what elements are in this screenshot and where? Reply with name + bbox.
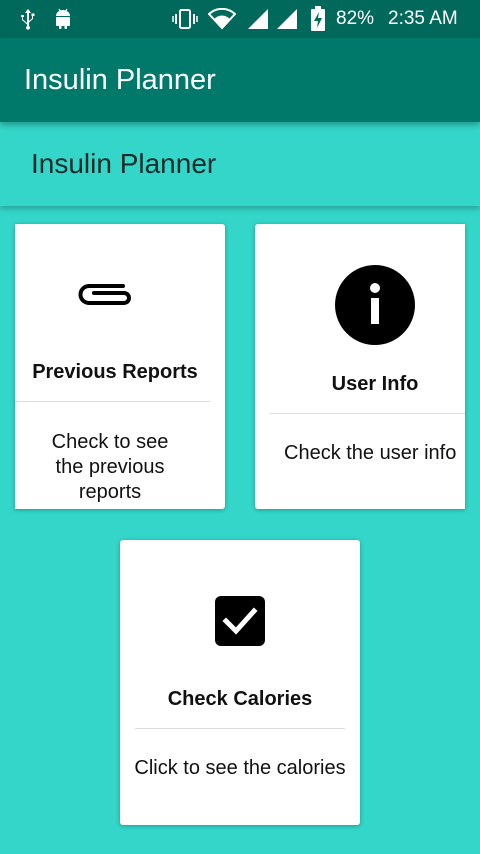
previous-reports-card[interactable]: Previous Reports Check to see the previo… bbox=[15, 224, 225, 509]
divider bbox=[270, 413, 465, 414]
divider bbox=[135, 728, 345, 729]
checkbox-checked-icon bbox=[215, 596, 265, 646]
check-calories-card[interactable]: Check Calories Click to see the calories bbox=[120, 540, 360, 825]
previous-reports-description: Check to see the previous reports bbox=[51, 431, 169, 503]
wifi-icon bbox=[208, 8, 236, 30]
battery-percentage: 82% bbox=[336, 8, 375, 29]
status-bar: 82% 2:35 AM bbox=[0, 0, 480, 38]
info-icon bbox=[335, 265, 415, 345]
previous-reports-title: Previous Reports bbox=[32, 361, 198, 383]
clock: 2:35 AM bbox=[388, 8, 458, 29]
android-icon bbox=[56, 8, 70, 29]
page-title: Insulin Planner bbox=[31, 148, 217, 179]
user-info-description: Check the user info bbox=[284, 442, 457, 464]
divider bbox=[15, 401, 210, 402]
user-info-title: User Info bbox=[331, 373, 419, 395]
app-bar: Insulin Planner bbox=[0, 38, 480, 122]
paperclip-icon bbox=[78, 284, 131, 305]
user-info-card[interactable]: User Info Check the user info bbox=[255, 224, 465, 509]
header-panel: Insulin Planner bbox=[0, 122, 480, 206]
signal-icon bbox=[277, 9, 297, 29]
vibrate-icon bbox=[172, 9, 198, 29]
usb-icon bbox=[21, 9, 35, 30]
check-calories-title: Check Calories bbox=[167, 688, 313, 710]
app-bar-title: Insulin Planner bbox=[24, 64, 216, 96]
signal-icon bbox=[248, 9, 268, 29]
check-calories-description: Click to see the calories bbox=[134, 757, 346, 779]
battery-charging-icon bbox=[311, 6, 325, 31]
